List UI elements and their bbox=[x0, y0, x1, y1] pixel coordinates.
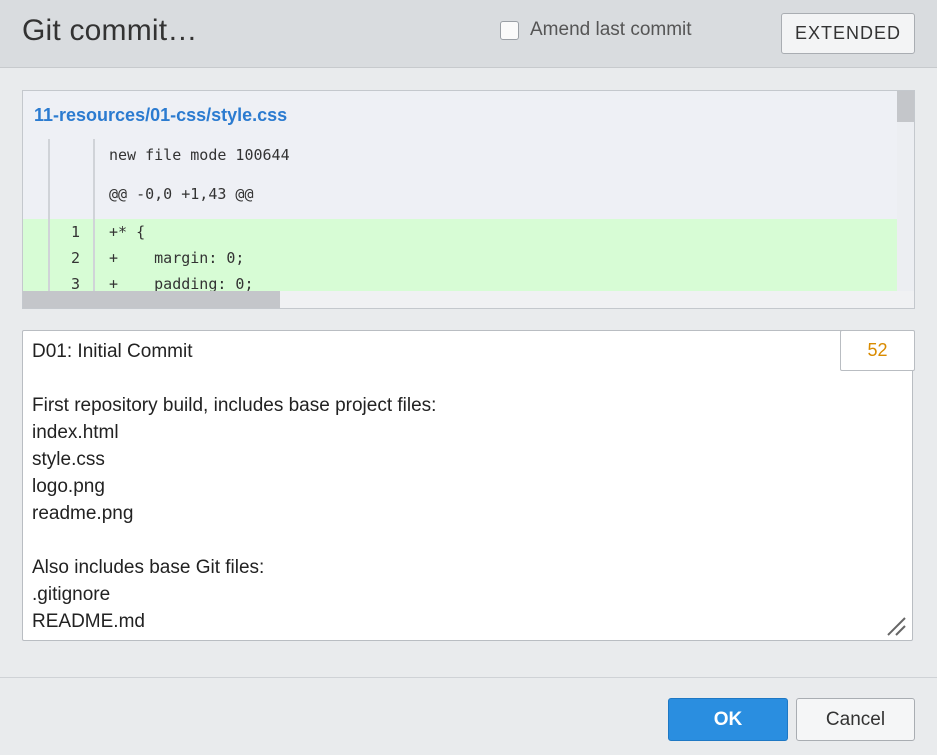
line-code: + margin: 0; bbox=[109, 249, 245, 267]
character-count-badge: 52 bbox=[840, 330, 915, 371]
diff-file-path[interactable]: 11-resources/01-css/style.css bbox=[34, 105, 287, 126]
line-code: + padding: 0; bbox=[109, 275, 254, 291]
diff-line: 2 + margin: 0; bbox=[23, 245, 897, 271]
diff-lines: new file mode 100644 @@ -0,0 +1,43 @@ 1 … bbox=[23, 139, 897, 291]
resize-grip-icon[interactable] bbox=[884, 614, 908, 638]
line-number: 3 bbox=[70, 275, 80, 291]
amend-last-commit-label: Amend last commit bbox=[530, 19, 692, 40]
checkbox-icon[interactable] bbox=[500, 20, 519, 40]
dialog-header: Git commit… Amend last commit EXTENDED bbox=[0, 0, 937, 68]
line-number: 2 bbox=[70, 249, 80, 267]
diff-panel: 11-resources/01-css/style.css new file m… bbox=[22, 90, 915, 309]
commit-message-input[interactable]: D01: Initial Commit First repository bui… bbox=[22, 330, 913, 641]
diff-line: 3 + padding: 0; bbox=[23, 271, 897, 291]
ok-button[interactable]: OK bbox=[668, 698, 788, 741]
commit-message-text[interactable]: D01: Initial Commit First repository bui… bbox=[32, 338, 852, 635]
diff-meta-line: new file mode 100644 bbox=[109, 146, 290, 164]
line-number: 1 bbox=[70, 223, 80, 241]
dialog-title: Git commit… bbox=[22, 14, 198, 47]
line-code: +* { bbox=[109, 223, 146, 241]
diff-line: 1 +* { bbox=[23, 219, 897, 245]
amend-last-commit-option[interactable]: Amend last commit bbox=[500, 19, 692, 41]
extended-button[interactable]: EXTENDED bbox=[781, 13, 915, 54]
vertical-scrollbar-thumb[interactable] bbox=[897, 91, 914, 122]
horizontal-scrollbar-thumb[interactable] bbox=[23, 291, 280, 308]
diff-hunk-header: @@ -0,0 +1,43 @@ bbox=[109, 185, 254, 203]
cancel-button[interactable]: Cancel bbox=[796, 698, 915, 741]
